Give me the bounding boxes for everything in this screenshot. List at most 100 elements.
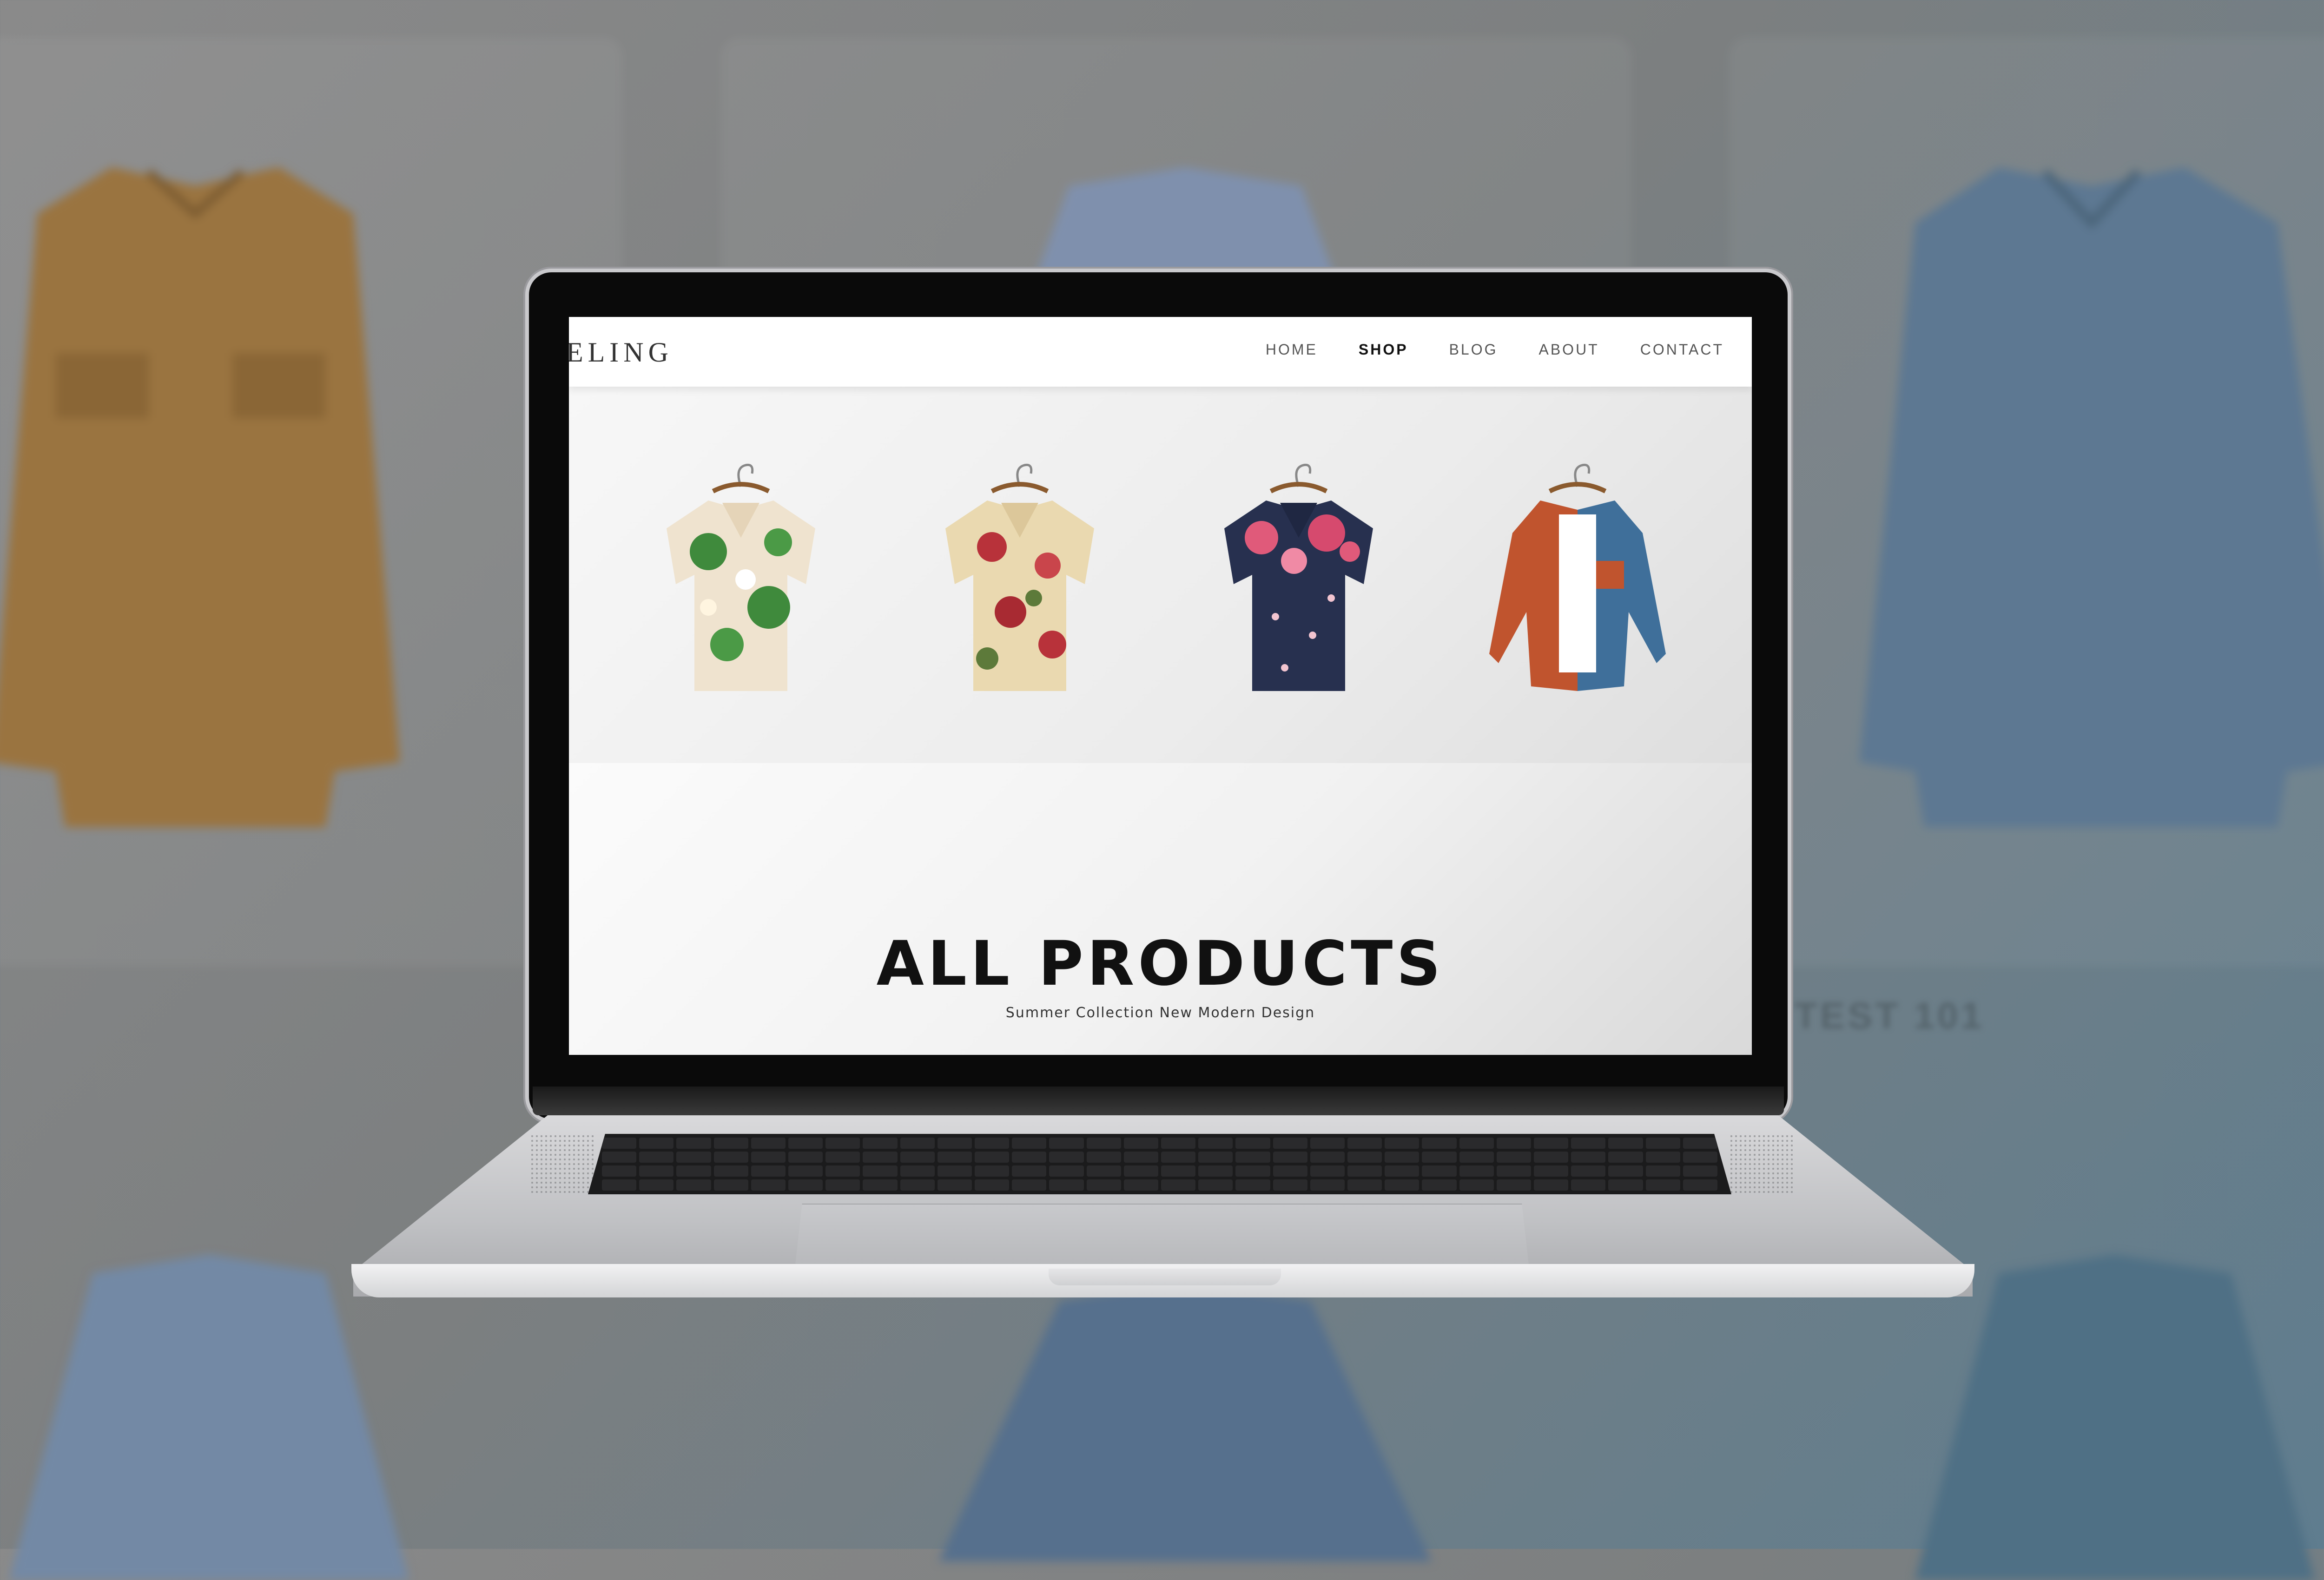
keyboard-key — [937, 1179, 972, 1191]
keyboard-key — [1310, 1138, 1345, 1149]
keyboard-key — [1385, 1165, 1419, 1177]
keyboard-key — [639, 1165, 674, 1177]
keyboard-key — [1012, 1165, 1047, 1177]
keyboard-key — [1422, 1179, 1457, 1191]
keyboard-key — [1086, 1179, 1121, 1191]
keyboard-key — [1645, 1165, 1680, 1177]
product-image-cream-red-floral-shirt[interactable] — [931, 459, 1108, 700]
keyboard-key — [676, 1152, 711, 1163]
keyboard-key — [788, 1152, 823, 1163]
site-logo[interactable]: ELING — [569, 336, 673, 369]
keyboard-key — [1459, 1179, 1494, 1191]
keyboard-key — [1683, 1138, 1717, 1149]
keyboard-key — [1533, 1179, 1569, 1191]
keyboard-key — [974, 1179, 1010, 1191]
keyboard-key — [788, 1165, 823, 1177]
product-image-navy-pink-floral-shirt[interactable] — [1210, 459, 1387, 700]
keyboard-key — [863, 1165, 898, 1177]
keyboard-key — [676, 1138, 711, 1149]
keyboard-key — [1049, 1179, 1084, 1191]
keyboard-key — [1086, 1138, 1121, 1149]
keyboard-key — [676, 1179, 711, 1191]
keyboard-key — [974, 1152, 1010, 1163]
keyboard-key — [788, 1179, 823, 1191]
speaker-grille-left — [530, 1134, 595, 1194]
keyboard-key — [1683, 1152, 1717, 1163]
keyboard-key — [1123, 1179, 1158, 1191]
keyboard-key — [1571, 1165, 1606, 1177]
keyboard-key — [1533, 1152, 1569, 1163]
nav-contact[interactable]: CONTACT — [1640, 341, 1724, 358]
keyboard-key — [937, 1138, 972, 1149]
keyboard-key — [1645, 1179, 1680, 1191]
keyboard-key — [1459, 1165, 1494, 1177]
keyboard-key — [863, 1152, 898, 1163]
keyboard-key — [937, 1152, 972, 1163]
keyboard-key — [1273, 1152, 1307, 1163]
keyboard-key — [1049, 1165, 1084, 1177]
keyboard-key — [1385, 1179, 1419, 1191]
keyboard-key — [900, 1138, 935, 1149]
keyboard-key — [1273, 1138, 1307, 1149]
keyboard-key — [788, 1138, 823, 1149]
keyboard-key — [602, 1165, 637, 1177]
main-nav: HOME SHOP BLOG ABOUT CONTACT — [1266, 341, 1724, 358]
keyboard-key — [1049, 1152, 1084, 1163]
keyboard-key — [825, 1179, 860, 1191]
nav-about[interactable]: ABOUT — [1538, 341, 1599, 358]
keyboard-key — [825, 1138, 860, 1149]
keyboard-key — [1683, 1179, 1717, 1191]
keyboard-key — [1571, 1152, 1606, 1163]
keyboard-key — [1459, 1152, 1494, 1163]
keyboard-key — [1198, 1152, 1233, 1163]
bg-denim-shirt-image — [1859, 167, 2324, 827]
keyboard-key — [1347, 1138, 1382, 1149]
keyboard-key — [1645, 1138, 1680, 1149]
keyboard-key — [1049, 1138, 1084, 1149]
keyboard-key — [900, 1165, 935, 1177]
keyboard-key — [1235, 1165, 1270, 1177]
section-subtitle: Summer Collection New Modern Design — [1005, 1005, 1315, 1021]
keyboard-key — [676, 1165, 711, 1177]
keyboard-key — [602, 1179, 637, 1191]
keyboard-key — [1310, 1179, 1345, 1191]
keyboard-key — [713, 1179, 748, 1191]
keyboard-key — [751, 1179, 786, 1191]
keyboard-key — [1347, 1152, 1382, 1163]
laptop-lid-notch — [1049, 1269, 1281, 1285]
keyboard-key — [1012, 1152, 1047, 1163]
keyboard-key — [713, 1165, 748, 1177]
keyboard-key — [937, 1165, 972, 1177]
keyboard-key — [1161, 1138, 1196, 1149]
keyboard-key — [1161, 1165, 1196, 1177]
keyboard-key — [1198, 1138, 1233, 1149]
keyboard-key — [1161, 1152, 1196, 1163]
keyboard-key — [751, 1165, 786, 1177]
nav-blog[interactable]: BLOG — [1449, 341, 1498, 358]
product-image-white-floral-shirt[interactable] — [653, 459, 829, 700]
nav-shop[interactable]: SHOP — [1359, 341, 1408, 358]
keyboard-key — [1012, 1138, 1047, 1149]
keyboard-key — [863, 1138, 898, 1149]
keyboard-key — [1198, 1179, 1233, 1191]
keyboard-key — [1310, 1152, 1345, 1163]
keyboard-key — [1161, 1179, 1196, 1191]
keyboard-key — [751, 1138, 786, 1149]
keyboard-key — [1496, 1138, 1531, 1149]
keyboard-key — [1608, 1179, 1643, 1191]
keyboard-key — [1123, 1152, 1158, 1163]
section-title: ALL PRODUCTS — [876, 928, 1445, 1000]
product-image-rust-denim-patchwork-shirt[interactable] — [1480, 459, 1675, 700]
keyboard-key — [1422, 1138, 1457, 1149]
site-header: ELING HOME SHOP BLOG ABOUT CONTACT — [569, 317, 1752, 387]
keyboard-key — [1012, 1179, 1047, 1191]
keyboard-key — [639, 1138, 674, 1149]
laptop-keyboard — [588, 1134, 1731, 1194]
laptop-hinge — [533, 1086, 1784, 1115]
keyboard-key — [1571, 1179, 1606, 1191]
nav-home[interactable]: HOME — [1266, 341, 1318, 358]
keyboard-key — [602, 1152, 637, 1163]
keyboard-key — [1608, 1138, 1643, 1149]
keyboard-key — [1310, 1165, 1345, 1177]
bg-brown-shirt-image — [0, 167, 400, 827]
